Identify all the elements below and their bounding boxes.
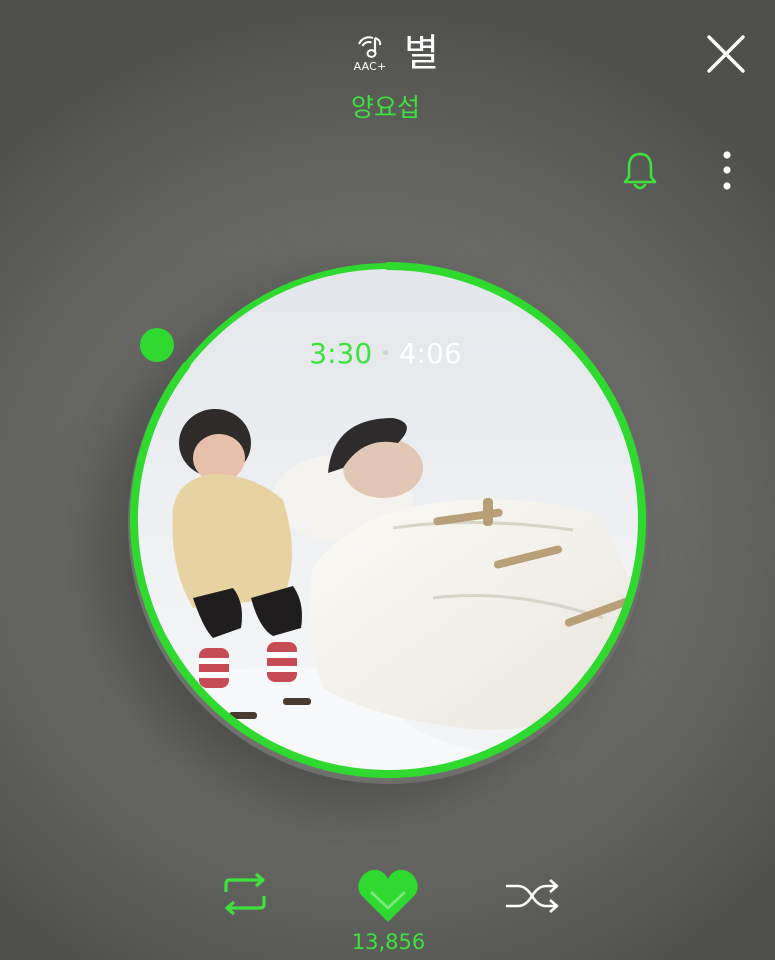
music-note-quality-icon — [358, 36, 382, 58]
audio-quality-label: AAC+ — [353, 60, 387, 73]
heart-icon[interactable] — [357, 868, 419, 924]
player-header: AAC+ 별 양요섭 — [0, 0, 775, 190]
total-time: 4:06 — [398, 337, 462, 370]
repeat-icon[interactable] — [218, 872, 272, 916]
current-time: 3:30 — [309, 337, 373, 370]
time-readout: 3:30 • 4:06 — [0, 336, 773, 372]
close-icon[interactable] — [706, 34, 746, 74]
progress-ring[interactable] — [88, 220, 688, 820]
artist-name[interactable]: 양요섭 — [0, 92, 773, 124]
like-count: 13,856 — [351, 930, 426, 954]
album-disc — [88, 220, 688, 820]
more-vertical-icon[interactable] — [714, 148, 740, 194]
bell-icon[interactable] — [620, 150, 660, 192]
audio-quality-badge: AAC+ — [348, 34, 392, 78]
song-title: 별 — [404, 31, 439, 75]
shuffle-icon[interactable] — [504, 876, 560, 916]
time-separator: • — [380, 343, 391, 364]
